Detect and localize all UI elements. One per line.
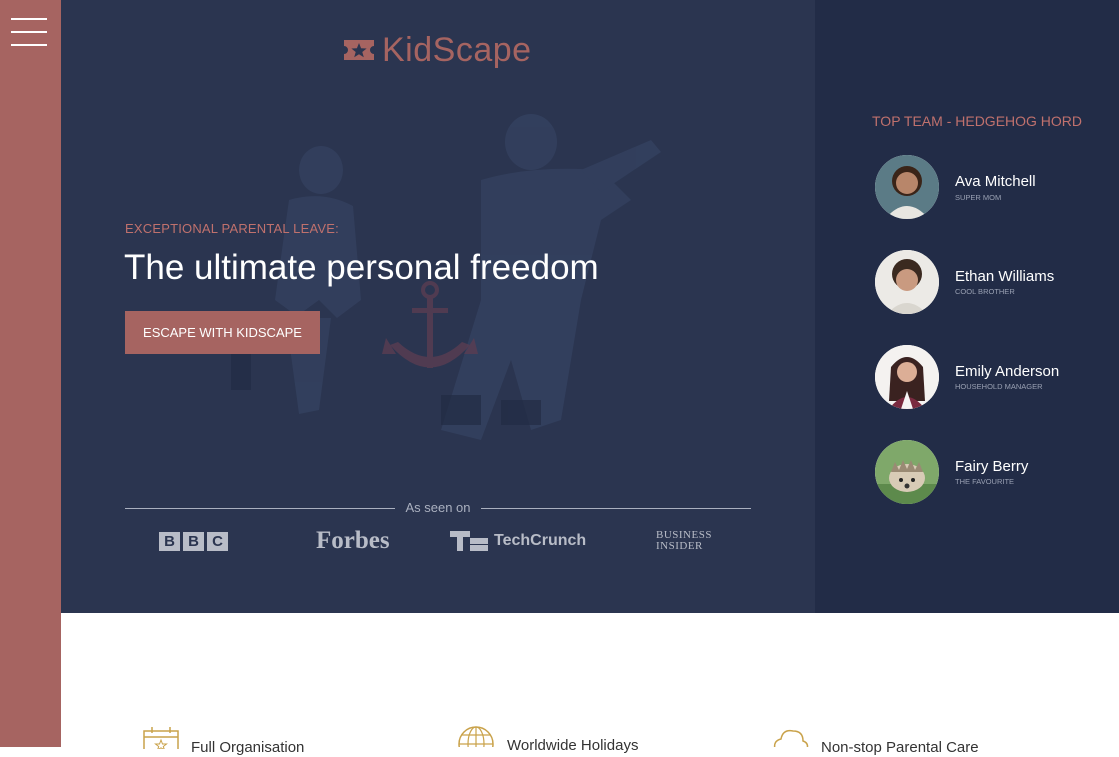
hero-section (61, 0, 815, 613)
techcrunch-mark-icon (450, 531, 488, 551)
feature-non-stop-parental-care: Non-stop Parental Care (771, 727, 979, 757)
member-role: THE FAVOURITE (955, 477, 1015, 486)
business-insider-logo: BUSINESS INSIDER (656, 524, 712, 558)
brand-name: KidScape (382, 30, 532, 69)
as-seen-on-divider: As seen on (125, 500, 751, 516)
avatar (875, 345, 939, 409)
logo[interactable]: KidScape (344, 30, 532, 70)
member-name: Emily Anderson (955, 363, 1060, 380)
avatar (875, 440, 939, 504)
ticket-star-icon (344, 40, 374, 60)
hamburger-menu-icon[interactable] (11, 18, 47, 46)
avatar (875, 250, 939, 314)
member-name: Ava Mitchell (955, 173, 1036, 190)
avatar (875, 155, 939, 219)
hero-headline: The ultimate personal freedom (124, 248, 599, 287)
team-member-card[interactable]: Ethan Williams COOL BROTHER (875, 250, 1105, 314)
feature-full-organisation: Full Organisation (143, 727, 304, 757)
hero-background-illustration (61, 0, 815, 613)
bbc-logo-letter: B (159, 531, 180, 551)
left-rail (0, 0, 61, 747)
business-insider-line: INSIDER (656, 540, 703, 552)
feature-label: Non-stop Parental Care (821, 739, 979, 756)
team-member-card[interactable]: Ava Mitchell SUPER MOM (875, 155, 1105, 219)
bbc-logo-letter: B (183, 531, 204, 551)
member-name: Fairy Berry (955, 458, 1029, 475)
feature-worldwide-holidays: Worldwide Holidays (457, 725, 638, 755)
member-name: Ethan Williams (955, 268, 1055, 285)
techcrunch-wordmark: TechCrunch (494, 532, 587, 549)
member-role: SUPER MOM (955, 193, 1002, 202)
bbc-logo-letter: C (207, 531, 228, 551)
team-member-card[interactable]: Emily Anderson HOUSEHOLD MANAGER (875, 345, 1105, 409)
techcrunch-logo: TechCrunch (450, 524, 586, 558)
globe-icon (458, 726, 494, 747)
feature-label: Worldwide Holidays (507, 737, 639, 754)
cloud-icon (773, 729, 809, 747)
team-member-card[interactable]: Fairy Berry THE FAVOURITE (875, 440, 1105, 504)
escape-with-kidscape-button[interactable]: ESCAPE WITH KIDSCAPE (125, 311, 320, 354)
team-title: TOP TEAM - HEDGEHOG HORD (872, 113, 1083, 129)
bbc-logo: B B C (159, 524, 228, 558)
forbes-logo: Forbes (316, 527, 390, 554)
feature-label: Full Organisation (191, 739, 305, 756)
hero-eyebrow: EXCEPTIONAL PARENTAL LEAVE: (125, 221, 339, 236)
calendar-icon (143, 727, 179, 749)
member-role: HOUSEHOLD MANAGER (955, 382, 1043, 391)
member-role: COOL BROTHER (955, 287, 1015, 296)
